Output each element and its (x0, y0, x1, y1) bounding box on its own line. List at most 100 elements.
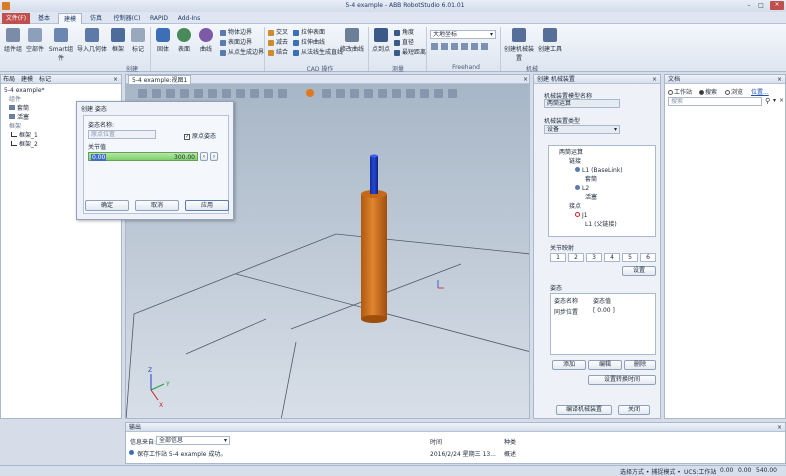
move-icon[interactable] (431, 43, 438, 50)
pose-row-name[interactable]: 同步位置 (554, 307, 578, 316)
origin-pose-checkbox[interactable]: ✓ 原点姿态 (184, 131, 216, 140)
slider-decrease-button[interactable]: ‹ (200, 152, 208, 161)
union-button[interactable]: 结合 (268, 49, 288, 57)
radio-browse[interactable]: 浏览 (725, 87, 743, 96)
tab-file[interactable]: 文件(F) (2, 13, 30, 24)
solid-button[interactable]: 固体 (154, 28, 172, 53)
modify-curve-button[interactable]: 修改曲线 (340, 28, 364, 53)
add-pose-button[interactable]: 添加 (552, 360, 586, 370)
search-icon[interactable]: ⚲ (765, 97, 770, 105)
tree-item[interactable]: 活塞 (585, 193, 597, 202)
tab-modeling-panel[interactable]: 建模 (21, 75, 33, 84)
document-search-input[interactable]: 搜索 (668, 97, 762, 106)
extrude-curve-button[interactable]: 拉伸曲线 (293, 39, 325, 47)
joint-map-box[interactable]: 1 (550, 253, 566, 262)
cancel-button[interactable]: 取消 (135, 200, 179, 211)
tree-item[interactable]: 套筒 (9, 104, 29, 113)
radio-workstation[interactable]: 工作站 (668, 87, 692, 96)
smart-component-button[interactable]: Smart组件 (47, 28, 75, 62)
edit-pose-button[interactable]: 编辑 (588, 360, 622, 370)
angle-button[interactable]: 角度 (394, 29, 414, 37)
close-icon[interactable]: × (777, 75, 782, 84)
close-icon[interactable]: × (523, 75, 528, 84)
intersect-button[interactable]: 交叉 (268, 29, 288, 37)
viewport-tab[interactable]: 5-4 example:视图1 (128, 75, 192, 84)
output-filter-select[interactable]: 全部信息 ▾ (156, 436, 230, 445)
radio-search[interactable]: 搜索 (699, 87, 717, 96)
tree-item[interactable]: L1 (BaseLink) (575, 166, 623, 175)
pose-name-input[interactable]: 原点位置 (88, 130, 156, 139)
tree-root[interactable]: 5-4 example* (4, 86, 45, 95)
close-icon[interactable]: × (770, 1, 784, 10)
tree-item[interactable]: 链接 (569, 157, 581, 166)
jog-joint-icon[interactable] (451, 43, 458, 50)
create-tool-button[interactable]: 创建工具 (537, 28, 563, 53)
min-distance-button[interactable]: 最短距离 (394, 49, 426, 57)
joint-map-set-button[interactable]: 设置 (622, 266, 656, 276)
apply-button[interactable]: 应用 (185, 200, 229, 211)
close-icon[interactable]: × (779, 97, 784, 104)
tag-button[interactable]: 标记 (129, 28, 147, 53)
tree-item[interactable]: 框架 (9, 122, 21, 131)
reference-frame-select[interactable]: 大地坐标 ▾ (430, 30, 496, 39)
pose-row-value[interactable]: [ 0.00 ] (593, 307, 615, 314)
surface-button[interactable]: 表面 (175, 28, 193, 53)
joint-map-box[interactable]: 5 (622, 253, 638, 262)
tree-item[interactable]: 组件 (9, 95, 21, 104)
tab-modeling[interactable]: 建模 (58, 13, 82, 24)
tree-item[interactable]: L1 (父链接) (585, 220, 617, 229)
tree-item[interactable]: 框架_2 (11, 140, 38, 149)
joint-map-box[interactable]: 2 (568, 253, 584, 262)
component-group-button[interactable]: 组件组 (3, 28, 23, 53)
chevron-down-icon[interactable]: ▾ (773, 97, 776, 104)
tree-item[interactable]: 两筒运算 (559, 148, 583, 157)
multi-robot-jog-icon[interactable] (481, 43, 488, 50)
compile-mechanism-button[interactable]: 编译机械装置 (556, 405, 612, 415)
frame-button[interactable]: 框架 (109, 28, 127, 53)
tab-controller[interactable]: 控制器(C) (112, 13, 142, 24)
rotate-icon[interactable] (441, 43, 448, 50)
model-name-input[interactable]: 两筒运算 (544, 99, 620, 108)
output-row-message[interactable]: 保存工作站 5-4 example 成功。 (137, 449, 226, 458)
tree-item[interactable]: L2 (575, 184, 589, 193)
close-icon[interactable]: × (113, 75, 118, 84)
ok-button[interactable]: 确定 (85, 200, 129, 211)
tree-item[interactable]: 框架_1 (11, 131, 38, 140)
joint-slider[interactable]: 0.00 300.00 (88, 152, 198, 161)
object-border-button[interactable]: 物体边界 (220, 29, 252, 37)
subtract-button[interactable]: 减去 (268, 39, 288, 47)
point-border-button[interactable]: 从点生成边界 (220, 49, 264, 57)
tree-item[interactable]: J1 (575, 211, 588, 220)
output-row-kind[interactable]: 概述 (504, 449, 516, 458)
tab-simulation[interactable]: 仿真 (86, 13, 106, 24)
tab-tags[interactable]: 标记 (39, 75, 51, 84)
tab-addins[interactable]: Add-Ins (176, 13, 202, 24)
tree-item[interactable]: 套筒 (585, 175, 597, 184)
create-mechanism-button[interactable]: 创建机械装置 (503, 28, 535, 62)
tree-item[interactable]: 活塞 (9, 113, 29, 122)
jog-linear-icon[interactable] (461, 43, 468, 50)
tree-item[interactable]: 接点 (569, 202, 581, 211)
diameter-button[interactable]: 直径 (394, 39, 414, 47)
jog-reorient-icon[interactable] (471, 43, 478, 50)
tab-home[interactable]: 基本 (34, 13, 54, 24)
normal-line-button[interactable]: 从法线生成直线 (293, 49, 343, 57)
minimize-icon[interactable]: – (744, 2, 754, 10)
tab-layout[interactable]: 布局 (3, 75, 15, 84)
joint-map-box[interactable]: 4 (604, 253, 620, 262)
curve-button[interactable]: 曲线 (197, 28, 215, 53)
joint-map-box[interactable]: 3 (586, 253, 602, 262)
surface-border-button[interactable]: 表面边界 (220, 39, 252, 47)
output-row-time[interactable]: 2016/2/24 星期三 13... (430, 449, 496, 458)
extrude-surface-button[interactable]: 拉伸表面 (293, 29, 325, 37)
empty-part-button[interactable]: 空部件 (25, 28, 45, 53)
close-icon[interactable]: × (652, 75, 657, 84)
import-geometry-button[interactable]: 导入几何体 (77, 28, 107, 53)
close-button[interactable]: 关闭 (618, 405, 650, 415)
mechanism-type-select[interactable]: 设备 ▾ (544, 125, 620, 134)
maximize-icon[interactable]: □ (756, 2, 766, 10)
close-icon[interactable]: × (777, 423, 782, 432)
mechanism-panel-tab[interactable]: 创建 机械装置 (537, 76, 575, 83)
slider-increase-button[interactable]: › (210, 152, 218, 161)
location-link[interactable]: 位置... (751, 87, 769, 96)
